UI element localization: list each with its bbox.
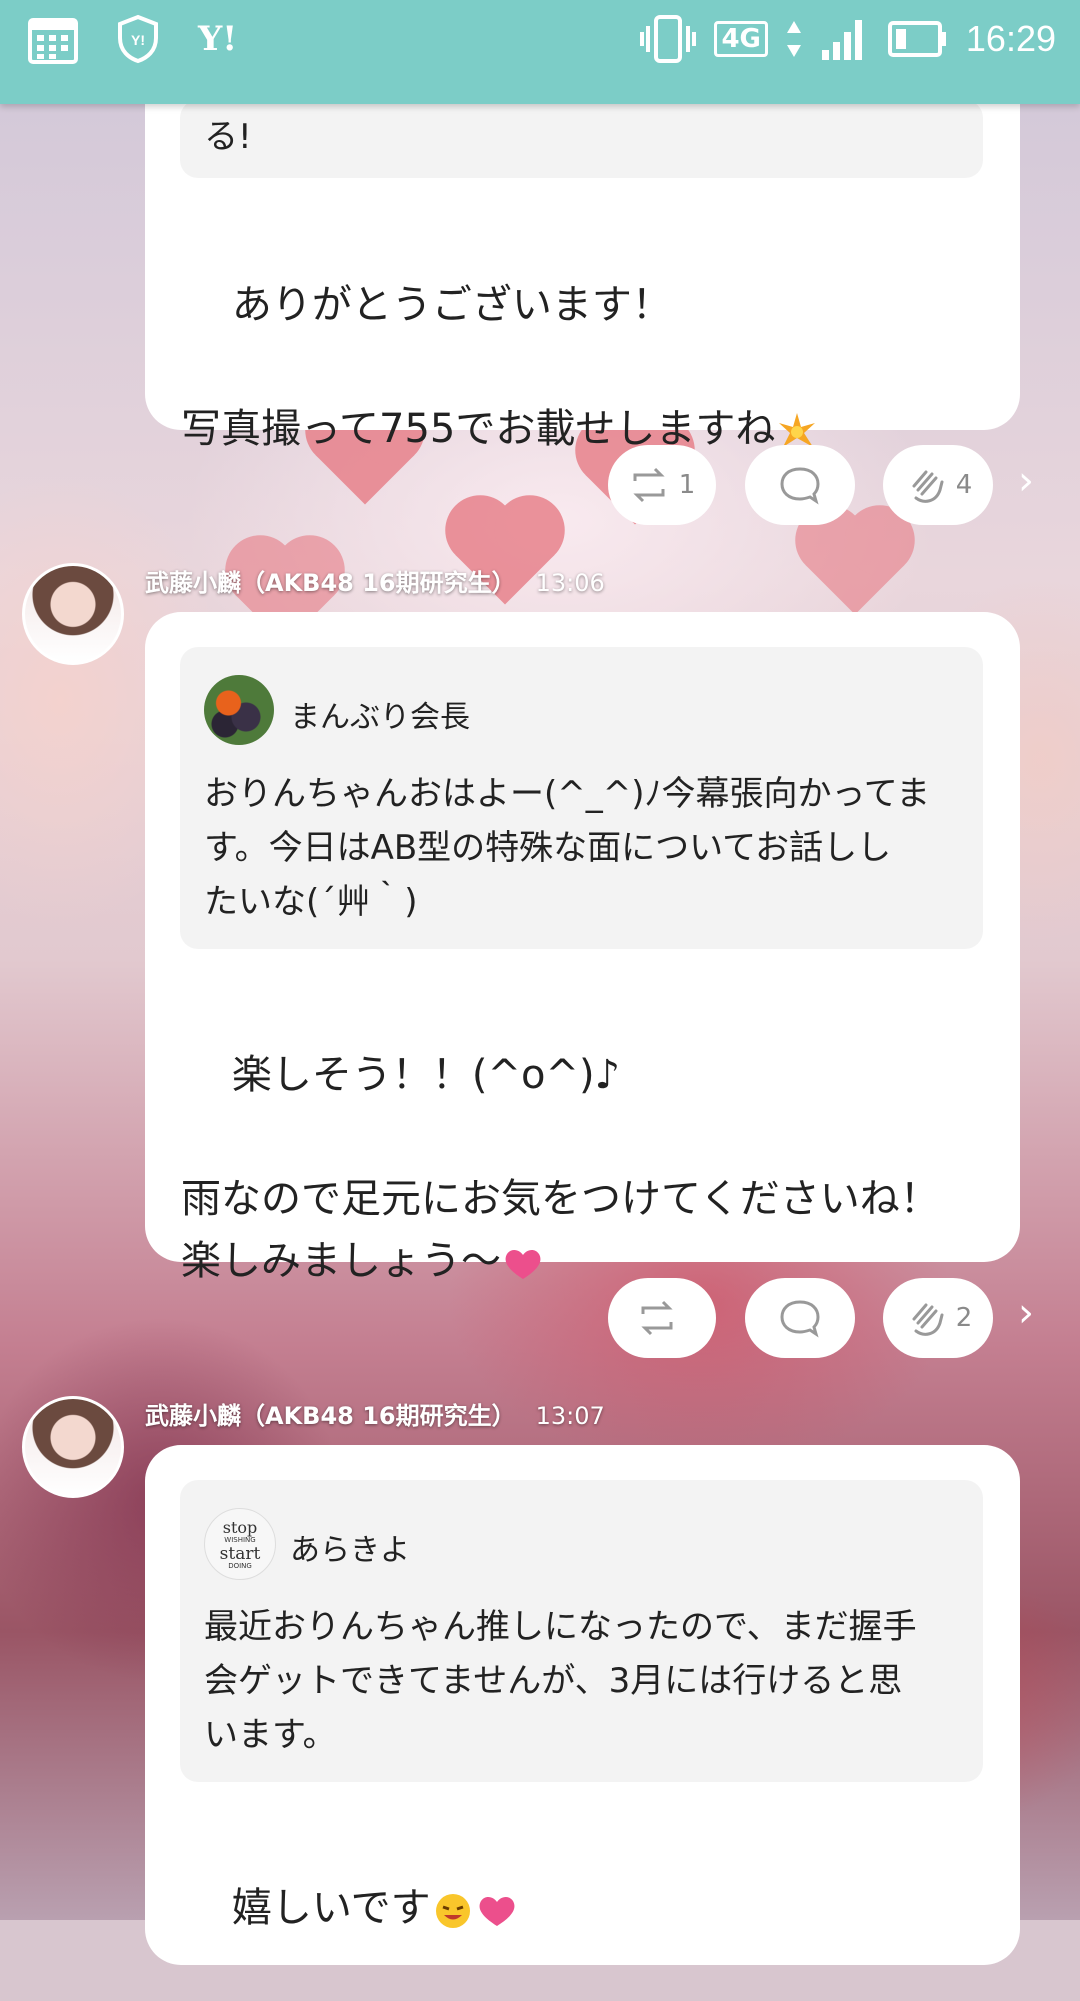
repost-button[interactable]: 1 <box>608 445 716 525</box>
svg-text:DOING: DOING <box>228 1562 252 1570</box>
message-card: まんぶり会長 おりんちゃんおはよー(^_^)ﾉ今幕張向かってま す。今日はAB型… <box>145 612 1020 1284</box>
quoted-text: 最近おりんちゃん推しになったので、まだ握手 会ゲットできてませんが、3月には行け… <box>204 1607 917 1755</box>
quoted-comment: る! <box>180 100 983 178</box>
svg-text:stop: stop <box>223 1518 258 1537</box>
poster-line: 武藤小麟（AKB48 16期研究生） 13:06 <box>145 563 605 598</box>
commenter-name[interactable]: まんぶり会長 <box>290 692 470 736</box>
status-bar: Y! Y! 4G 16:29 <box>0 0 1080 104</box>
commenter-avatar[interactable]: stop WISHING start DOING <box>204 1508 276 1580</box>
stop-wishing-logo: stop WISHING start DOING <box>220 1518 261 1570</box>
commenter-avatar[interactable] <box>204 675 274 745</box>
battery-icon <box>887 21 946 57</box>
message-card: る! ありがとうございます！ 写真撮って755でお載せしますね <box>145 60 1020 452</box>
clap-button[interactable]: 4 <box>883 445 993 525</box>
quoted-text: おりんちゃんおはよー(^_^)ﾉ今幕張向かってま す。今日はAB型の特殊な面につ… <box>204 774 931 922</box>
quoted-comment[interactable]: stop WISHING start DOING あらきよ 最近おりんちゃん推し… <box>180 1480 983 1782</box>
network-type: 4G <box>714 21 768 57</box>
calendar-icon <box>28 18 78 64</box>
heart-icon <box>505 1249 541 1279</box>
poster-name[interactable]: 武藤小麟（AKB48 16期研究生） <box>145 1402 516 1430</box>
post-time: 13:07 <box>535 1402 605 1430</box>
data-arrows-icon <box>786 21 801 57</box>
vibrate-icon <box>640 15 697 63</box>
clap-icon <box>912 1303 944 1336</box>
chevron-right-icon[interactable]: › <box>1018 458 1034 504</box>
yahoo-icon: Y! <box>198 19 238 59</box>
avatar[interactable] <box>22 1396 124 1498</box>
repost-icon <box>641 1300 673 1336</box>
svg-text:Y!: Y! <box>131 32 145 48</box>
poster-name[interactable]: 武藤小麟（AKB48 16期研究生） <box>145 569 516 597</box>
repost-count: 1 <box>678 470 696 500</box>
avatar[interactable] <box>22 563 124 665</box>
happy-face-icon <box>435 1894 470 1928</box>
quoted-comment[interactable]: まんぶり会長 おりんちゃんおはよー(^_^)ﾉ今幕張向かってま す。今日はAB型… <box>180 647 983 949</box>
repost-button[interactable] <box>608 1278 716 1358</box>
clock: 16:29 <box>965 18 1056 59</box>
clap-count: 2 <box>955 1303 973 1333</box>
message-text: 嬉しいです <box>181 1815 519 2001</box>
clap-icon <box>912 470 944 503</box>
heart-icon <box>479 1896 515 1926</box>
poster-line: 武藤小麟（AKB48 16期研究生） 13:07 <box>145 1396 605 1431</box>
repost-icon <box>633 467 665 503</box>
comment-button[interactable] <box>745 1278 855 1358</box>
chevron-right-icon[interactable]: › <box>1018 1290 1034 1336</box>
comment-icon <box>780 467 820 505</box>
signal-icon <box>821 20 862 60</box>
comment-button[interactable] <box>745 445 855 525</box>
commenter-name[interactable]: あらきよ <box>290 1525 410 1569</box>
message-text: ありがとうございます！ 写真撮って755でお載せしますね <box>181 212 819 522</box>
post-time: 13:06 <box>535 569 605 597</box>
clap-button[interactable]: 2 <box>883 1278 993 1358</box>
svg-text:start: start <box>220 1544 261 1564</box>
clap-count: 4 <box>955 470 973 500</box>
message-card: stop WISHING start DOING あらきよ 最近おりんちゃん推し… <box>145 1445 1020 1965</box>
svg-text:WISHING: WISHING <box>224 1536 255 1544</box>
quoted-text: る! <box>204 117 252 157</box>
comment-icon <box>780 1300 820 1338</box>
shield-icon: Y! <box>118 14 158 64</box>
